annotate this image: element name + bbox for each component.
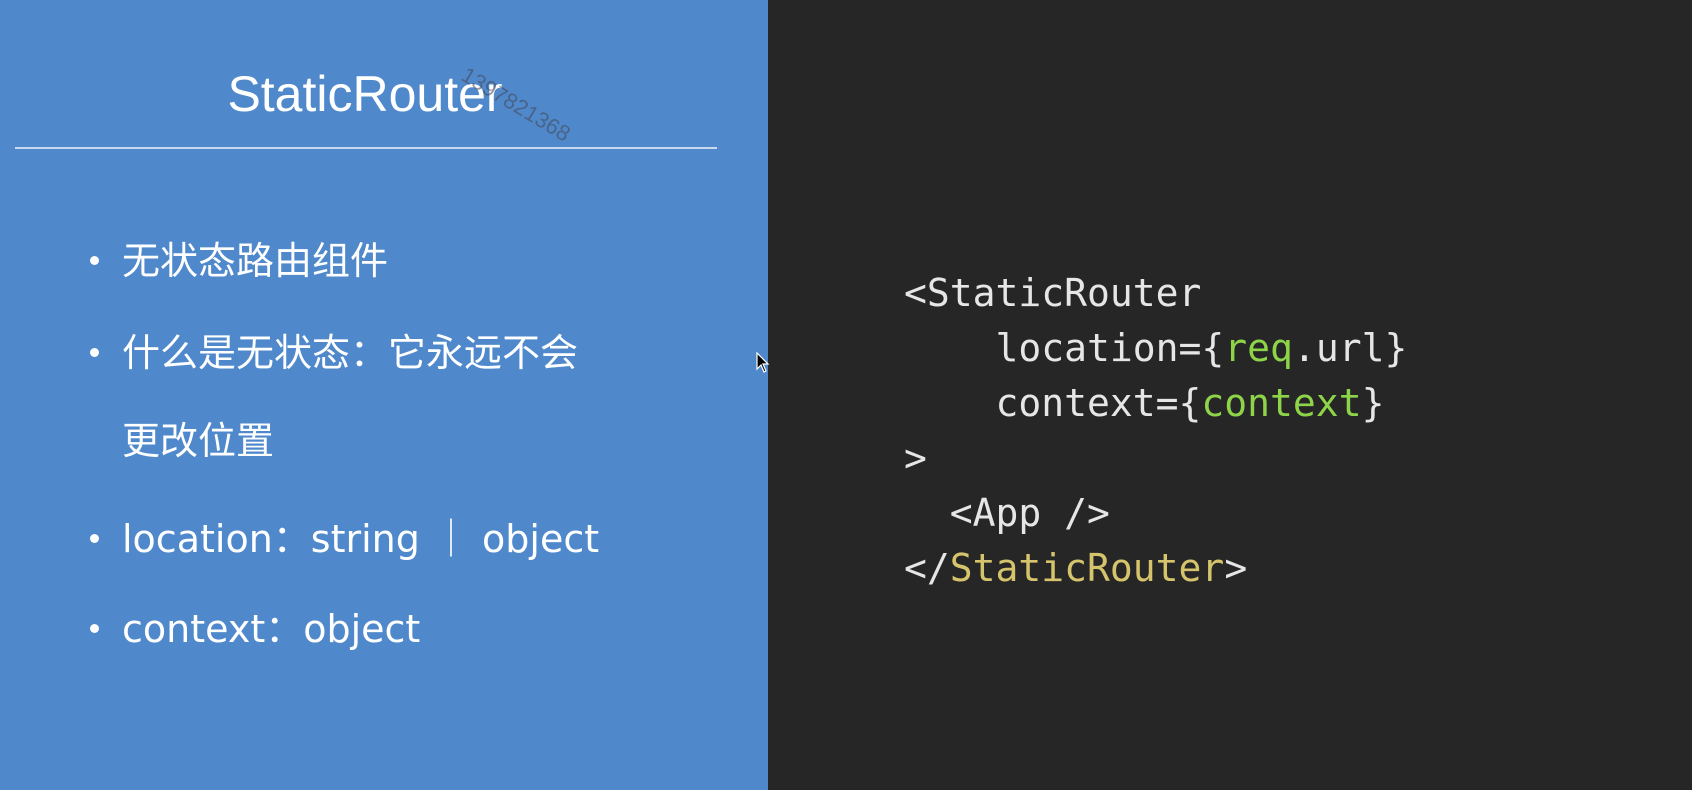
bullet-text-line1: 什么是无状态：它永远不会 <box>122 331 579 375</box>
code-token: context={ <box>995 381 1202 425</box>
code-token: } <box>1361 381 1385 425</box>
bullet-item: context：object <box>86 600 420 658</box>
code-block: <StaticRouter location={req.url} context… <box>904 266 1407 596</box>
bullet-dot <box>90 256 99 265</box>
code-line: <App /> <box>904 486 1407 541</box>
mouse-cursor-icon <box>756 352 770 373</box>
bullet-text: context：object <box>122 607 421 651</box>
bullet-text: location：string ｜ object <box>122 517 600 561</box>
bullet-item: 无状态路由组件 <box>86 232 388 290</box>
bullet-text: 无状态路由组件 <box>122 239 389 283</box>
code-token: <App /> <box>904 491 1110 535</box>
slide: StaticRouter 1397821368 无状态路由组件 什么是无状态：它… <box>0 0 1692 790</box>
code-line: > <box>904 431 1407 486</box>
code-line: </StaticRouter> <box>904 541 1407 596</box>
bullet-item: 什么是无状态：它永远不会 更改位置 <box>86 324 722 500</box>
code-line: location={req.url} <box>904 321 1408 376</box>
code-token: > <box>1224 546 1248 590</box>
code-token-component: StaticRouter <box>949 546 1225 590</box>
code-token-expression: context <box>1201 381 1362 425</box>
bullet-item: location：string ｜ object <box>86 510 599 568</box>
code-token: .url <box>1292 326 1385 370</box>
bullet-dot <box>90 348 99 357</box>
code-token: location={ <box>995 326 1225 370</box>
code-line: context={context} <box>904 376 1407 431</box>
code-token: </ <box>904 546 950 590</box>
code-token: } <box>1384 326 1408 370</box>
title-divider <box>15 147 717 149</box>
bullet-dot <box>90 624 99 633</box>
bullet-text-line2: 更改位置 <box>122 419 275 463</box>
bullet-dot <box>90 534 99 543</box>
slide-left-panel: StaticRouter 1397821368 无状态路由组件 什么是无状态：它… <box>0 0 768 790</box>
code-token-expression: req <box>1224 326 1293 370</box>
code-token: > <box>904 436 927 480</box>
code-token: <StaticRouter <box>904 271 1202 315</box>
code-line: <StaticRouter <box>904 266 1407 321</box>
slide-title: StaticRouter <box>227 66 503 122</box>
